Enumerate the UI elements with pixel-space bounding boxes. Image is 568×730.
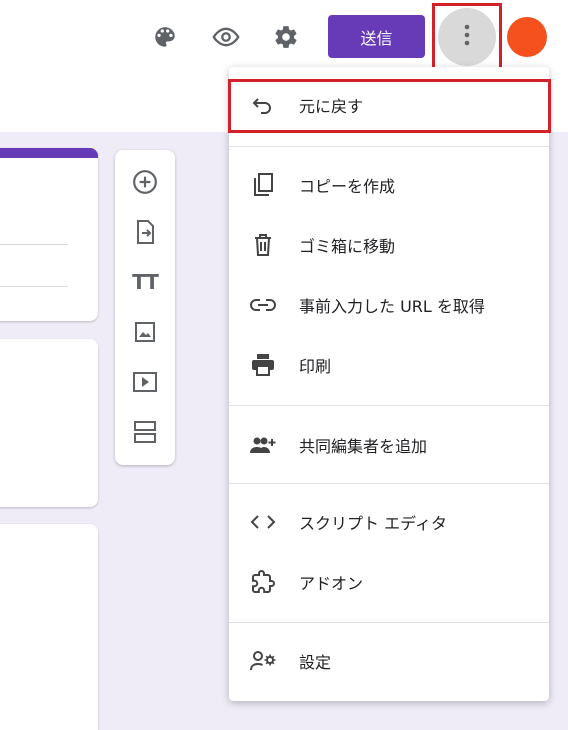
more-options-menu: 元に戻す コピーを作成 ゴミ箱に移動 事前入力した URL を取得 印刷 共同編…: [229, 67, 549, 701]
question-card[interactable]: [0, 524, 98, 730]
menu-item-settings[interactable]: 設定: [229, 631, 549, 691]
gear-icon[interactable]: [270, 21, 302, 53]
print-icon: [249, 351, 277, 379]
person-settings-icon: [249, 647, 277, 675]
divider-line: [0, 244, 68, 245]
menu-item-label: 共同編集者を追加: [299, 437, 428, 456]
palette-icon[interactable]: [149, 21, 181, 53]
section-icon[interactable]: [130, 417, 160, 447]
floating-toolbar: TT: [115, 150, 175, 465]
add-people-icon: [249, 431, 277, 459]
highlight-box-undo: [228, 79, 551, 133]
send-button[interactable]: 送信: [328, 15, 425, 58]
menu-item-label: 設定: [299, 653, 332, 672]
import-icon[interactable]: [130, 217, 160, 247]
menu-item-label: スクリプト エディタ: [299, 514, 447, 533]
trash-icon: [249, 231, 277, 259]
image-icon[interactable]: [130, 317, 160, 347]
menu-item-label: ゴミ箱に移動: [299, 237, 396, 256]
link-icon: [249, 291, 277, 319]
puzzle-icon: [249, 568, 277, 596]
menu-item-trash[interactable]: ゴミ箱に移動: [229, 215, 549, 275]
menu-item-prefilled-url[interactable]: 事前入力した URL を取得: [229, 275, 549, 335]
divider-line: [0, 286, 68, 287]
question-card[interactable]: [0, 339, 98, 507]
avatar[interactable]: [507, 17, 547, 57]
video-icon[interactable]: [130, 367, 160, 397]
title-icon[interactable]: TT: [130, 267, 160, 297]
menu-item-label: アドオン: [299, 574, 364, 593]
code-icon: [249, 508, 277, 536]
menu-divider: [229, 622, 549, 623]
highlight-box-more: [432, 3, 502, 71]
menu-item-print[interactable]: 印刷: [229, 335, 549, 395]
menu-item-label: 事前入力した URL を取得: [299, 297, 485, 316]
menu-divider: [229, 146, 549, 147]
menu-item-make-copy[interactable]: コピーを作成: [229, 155, 549, 215]
add-circle-icon[interactable]: [130, 167, 160, 197]
menu-item-label: コピーを作成: [299, 177, 396, 196]
menu-item-label: 印刷: [299, 357, 332, 376]
menu-item-script-editor[interactable]: スクリプト エディタ: [229, 492, 549, 552]
menu-item-addons[interactable]: アドオン: [229, 552, 549, 612]
copy-icon: [249, 171, 277, 199]
menu-divider: [229, 405, 549, 406]
menu-item-add-collaborators[interactable]: 共同編集者を追加: [229, 415, 549, 475]
form-header-card[interactable]: [0, 148, 98, 321]
menu-divider: [229, 483, 549, 484]
eye-icon[interactable]: [210, 21, 242, 53]
